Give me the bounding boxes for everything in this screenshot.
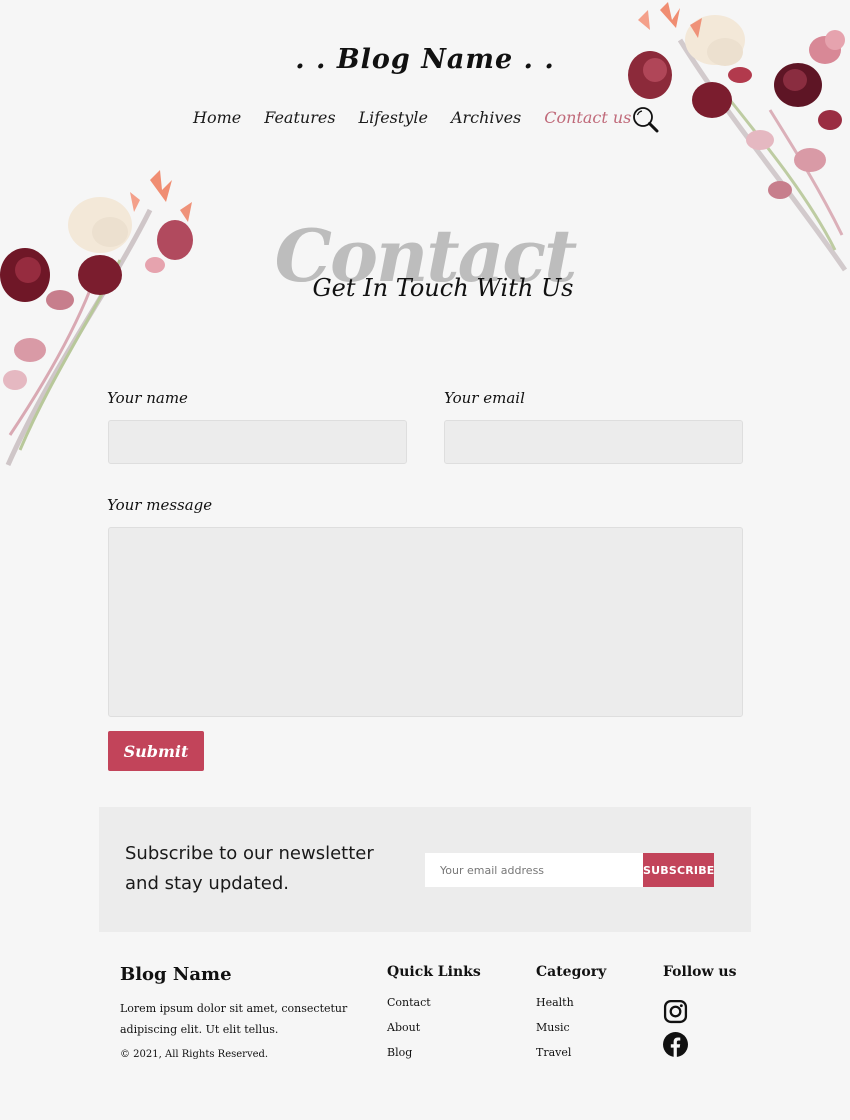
subscribe-button[interactable]: SUBSCRIBE xyxy=(643,853,714,887)
footer-brand: Blog Name xyxy=(120,964,232,985)
newsletter-text: Subscribe to our newsletter and stay upd… xyxy=(125,843,374,894)
copyright-text: © 2021, All Rights Reserved. xyxy=(120,1049,269,1060)
footer-link-contact[interactable]: Contact xyxy=(387,996,431,1021)
newsletter-email-input[interactable] xyxy=(425,853,643,887)
quick-links-heading: Quick Links xyxy=(387,964,481,980)
facebook-icon[interactable] xyxy=(663,1032,688,1057)
category-link-health[interactable]: Health xyxy=(536,996,574,1021)
category-link-travel[interactable]: Travel xyxy=(536,1046,574,1071)
footer-description: Lorem ipsum dolor sit amet, consectetur … xyxy=(120,1002,348,1036)
main-nav: Home Features Lifestyle Archives Contact… xyxy=(193,108,654,127)
page-title: Get In Touch With Us xyxy=(312,274,574,302)
email-input[interactable] xyxy=(444,420,743,464)
newsletter-section: Subscribe to our newsletter and stay upd… xyxy=(99,807,751,932)
category-link-music[interactable]: Music xyxy=(536,1021,574,1046)
instagram-icon[interactable] xyxy=(663,999,688,1024)
nav-lifestyle[interactable]: Lifestyle xyxy=(359,108,428,127)
message-textarea[interactable] xyxy=(108,527,743,717)
nav-contact-us[interactable]: Contact us xyxy=(544,108,631,127)
nav-features[interactable]: Features xyxy=(264,108,335,127)
quick-links-list: Contact About Blog xyxy=(387,996,431,1071)
message-label: Your message xyxy=(107,496,213,514)
follow-us-heading: Follow us xyxy=(663,964,737,980)
email-label: Your email xyxy=(444,389,525,407)
nav-home[interactable]: Home xyxy=(193,108,241,127)
name-input[interactable] xyxy=(108,420,407,464)
nav-archives[interactable]: Archives xyxy=(451,108,521,127)
name-label: Your name xyxy=(107,389,188,407)
category-list: Health Music Travel xyxy=(536,996,574,1071)
footer-link-about[interactable]: About xyxy=(387,1021,431,1046)
submit-button[interactable]: Submit xyxy=(108,731,204,771)
search-icon[interactable] xyxy=(632,106,660,134)
footer-link-blog[interactable]: Blog xyxy=(387,1046,431,1071)
site-logo[interactable]: . . Blog Name . . xyxy=(0,44,850,75)
category-heading: Category xyxy=(536,964,607,980)
